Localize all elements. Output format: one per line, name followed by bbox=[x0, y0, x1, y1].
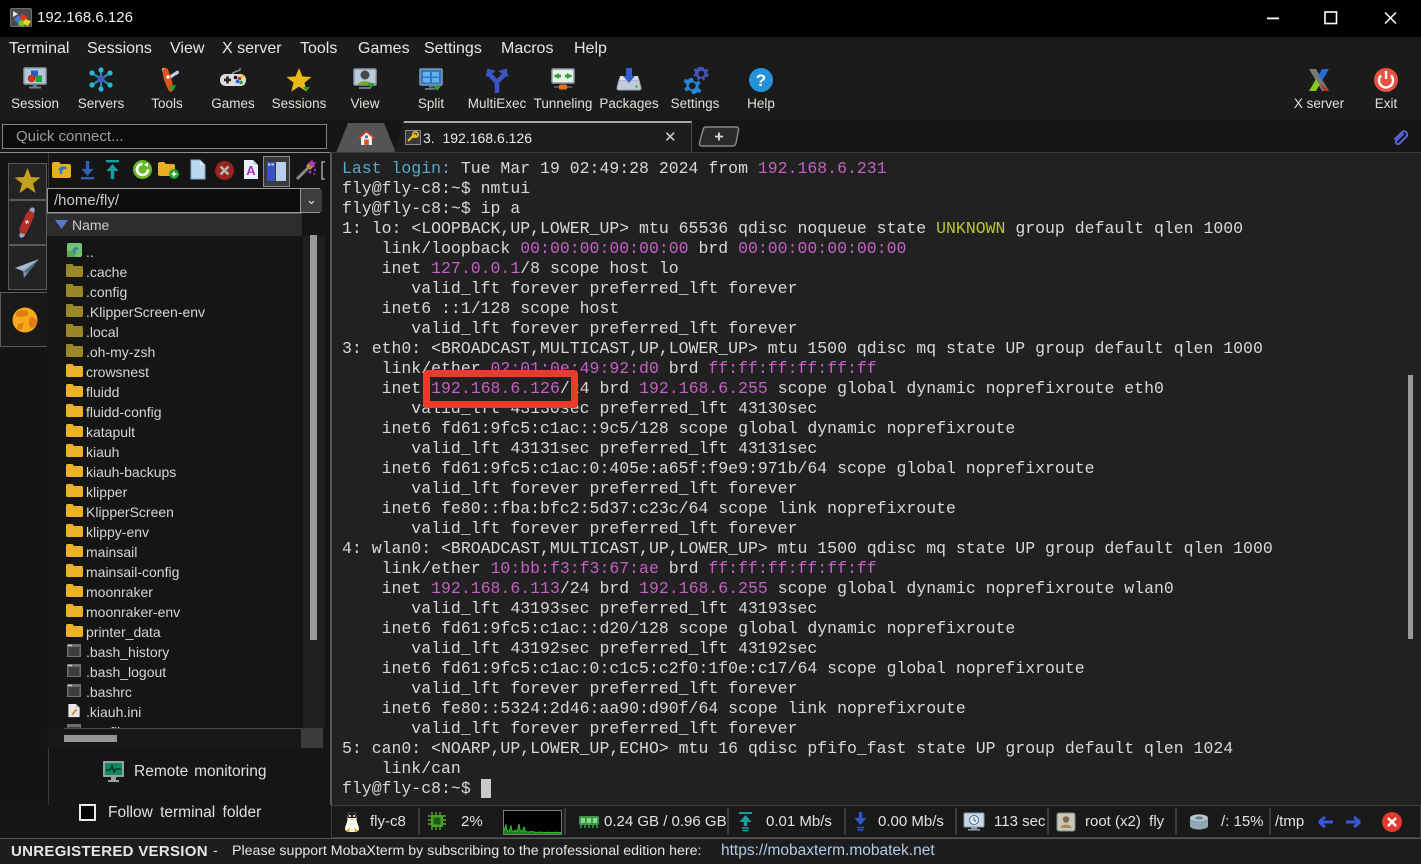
svg-text:A: A bbox=[246, 163, 256, 178]
svg-text:?: ? bbox=[756, 71, 766, 90]
